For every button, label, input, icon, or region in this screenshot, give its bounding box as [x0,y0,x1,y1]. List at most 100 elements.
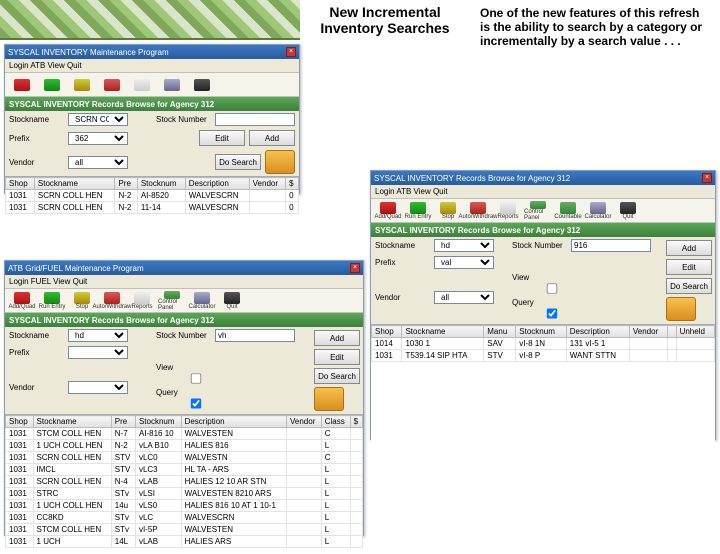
table-row[interactable]: 10311 UCH COLL HENN-2vLA B10HALIES 816L [6,440,363,452]
stocknum-input-a[interactable] [215,113,295,126]
col-header[interactable]: Vendor [249,178,285,190]
tool-quit[interactable]: Quit [614,201,642,221]
window-title-c: SYSCAL INVENTORY Records Browse for Agen… [374,174,570,183]
tool-ctl[interactable]: Control Panel [158,291,186,311]
col-header[interactable] [668,326,676,338]
col-header[interactable]: Class [321,416,350,428]
menubar-a[interactable]: Login ATB View Quit [5,59,299,73]
search-button-a[interactable]: Do Search [215,154,261,170]
label-stocknum: Stock Number [156,115,211,124]
table-row[interactable]: 1031STCM COLL HENSTvvI-5PWALVESTENL [6,524,363,536]
view-checkbox-b[interactable] [164,373,228,383]
close-icon[interactable]: × [350,263,360,273]
view-checkbox-c[interactable] [520,283,584,293]
table-row[interactable]: 10311 UCH14LvLABHALIES ARSL [6,536,363,548]
tool-go[interactable]: Run Entry [404,201,432,221]
table-row[interactable]: 1031SCRN COLL HENSTVvLC0WALVESTNC [6,452,363,464]
close-icon[interactable]: × [702,173,712,183]
col-header[interactable]: Stockname [402,326,484,338]
query-checkbox-b[interactable] [164,398,228,408]
col-header[interactable]: Stockname [33,416,111,428]
label-stockname: Stockname [9,115,64,124]
vendor-select-a[interactable]: all [68,156,128,169]
tool-calc[interactable]: Calculator [584,201,612,221]
stockname-select-a[interactable]: SCRN COLL HEN [68,113,128,126]
tool-rep[interactable] [128,75,156,95]
toolbar-b: Add/Quad Run Entry Stop Auto/Withdraw Re… [5,289,363,313]
add-button-a[interactable]: Add [249,130,295,146]
vendor-select-c[interactable]: all [434,291,494,304]
col-header[interactable]: Vendor [629,326,667,338]
titlebar-b: ATB Grid/FUEL Maintenance Program × [5,261,363,275]
edit-button-b[interactable]: Edit [314,349,360,365]
stockname-select-b[interactable]: hd [68,329,128,342]
col-header[interactable]: Stocknum [516,326,567,338]
tool-stop[interactable] [8,75,36,95]
table-row[interactable]: 1031STCM COLL HENN-7AI-816 10WALVESTENC [6,428,363,440]
tool-del[interactable]: Auto/Withdraw [464,201,492,221]
table-row[interactable]: 1031STRCSTvvLSIWALVESTEN 8210 ARSL [6,488,363,500]
menubar-b[interactable]: Login FUEL View Quit [5,275,363,289]
tool-del[interactable] [98,75,126,95]
add-button-b[interactable]: Add [314,330,360,346]
tool-ctl[interactable]: Control Panel [524,201,552,221]
window-title-b: ATB Grid/FUEL Maintenance Program [8,264,144,273]
table-row[interactable]: 1031SCRN COLL HENN-2AI-8520WALVESCRN0 [6,190,299,202]
table-row[interactable]: 1031CC8KDSTvvLCWALVESCRNL [6,512,363,524]
close-icon[interactable]: × [286,47,296,57]
search-button-b[interactable]: Do Search [314,368,360,384]
table-row[interactable]: 1031SCRN COLL HENN-211-14WALVESCRN0 [6,202,299,214]
subhead-c: SYSCAL INVENTORY Records Browse for Agen… [371,223,715,237]
col-header[interactable]: Manu [484,326,516,338]
tool-stop[interactable]: Add/Quad [374,201,402,221]
stocknum-input-b[interactable] [215,329,295,342]
query-checkbox-c[interactable] [520,308,584,318]
table-row[interactable]: 1031SCRN COLL HENN-4vLABHALIES 12 10 AR … [6,476,363,488]
tool-count[interactable]: Countable [554,201,582,221]
tool-stop[interactable]: Add/Quad [8,291,36,311]
col-header[interactable]: Shop [6,416,34,428]
tool-quit[interactable]: Quit [218,291,246,311]
tool-rep[interactable]: Reports [128,291,156,311]
col-header[interactable]: $ [350,416,362,428]
col-header[interactable]: Unheld [676,326,714,338]
tool-quit[interactable] [188,75,216,95]
col-header[interactable]: Stocknum [135,416,181,428]
prefix-select-b[interactable] [68,346,128,359]
col-header[interactable]: $ [286,178,299,190]
tool-calc[interactable] [158,75,186,95]
tool-go[interactable] [38,75,66,95]
col-header[interactable]: Pre [111,416,135,428]
col-header[interactable]: Stocknum [137,178,185,190]
col-header[interactable]: Description [181,416,286,428]
vendor-select-b[interactable] [68,381,128,394]
col-header[interactable]: Description [185,178,249,190]
search-button-c[interactable]: Do Search [666,278,712,294]
edit-button-a[interactable]: Edit [199,130,245,146]
col-header[interactable]: Pre [115,178,137,190]
col-header[interactable]: Description [566,326,629,338]
tool-del[interactable]: Auto/Withdraw [98,291,126,311]
col-header[interactable]: Stockname [34,178,115,190]
table-row[interactable]: 10311 UCH COLL HEN14uvLS0HALIES 816 10 A… [6,500,363,512]
subhead-b: SYSCAL INVENTORY Records Browse for Agen… [5,313,363,327]
table-row[interactable]: 10141030 1SAVvI-8 1N131 vI-5 1 [372,338,715,350]
table-row[interactable]: 1031IMCLSTVvLC3HL TA - ARSL [6,464,363,476]
view-query-b: View Query [156,363,211,412]
col-header[interactable]: Shop [372,326,402,338]
stocknum-input-c[interactable] [571,239,651,252]
tool-go[interactable]: Run Entry [38,291,66,311]
add-button-c[interactable]: Add [666,240,712,256]
table-row[interactable]: 1031T539.14 SIP HTASTVvI-8 PWANT STTN [372,350,715,362]
stockname-select-c[interactable]: hd [434,239,494,252]
prefix-select-c[interactable]: val [434,256,494,269]
tool-rep[interactable]: Reports [494,201,522,221]
prefix-select-a[interactable]: 362 [68,132,128,145]
edit-button-c[interactable]: Edit [666,259,712,275]
tool-tank[interactable] [68,75,96,95]
col-header[interactable]: Vendor [287,416,322,428]
col-header[interactable]: Shop [6,178,35,190]
tool-calc[interactable]: Calculator [188,291,216,311]
titlebar-a: SYSCAL INVENTORY Maintenance Program × [5,45,299,59]
menubar-c[interactable]: Login ATB View Quit [371,185,715,199]
